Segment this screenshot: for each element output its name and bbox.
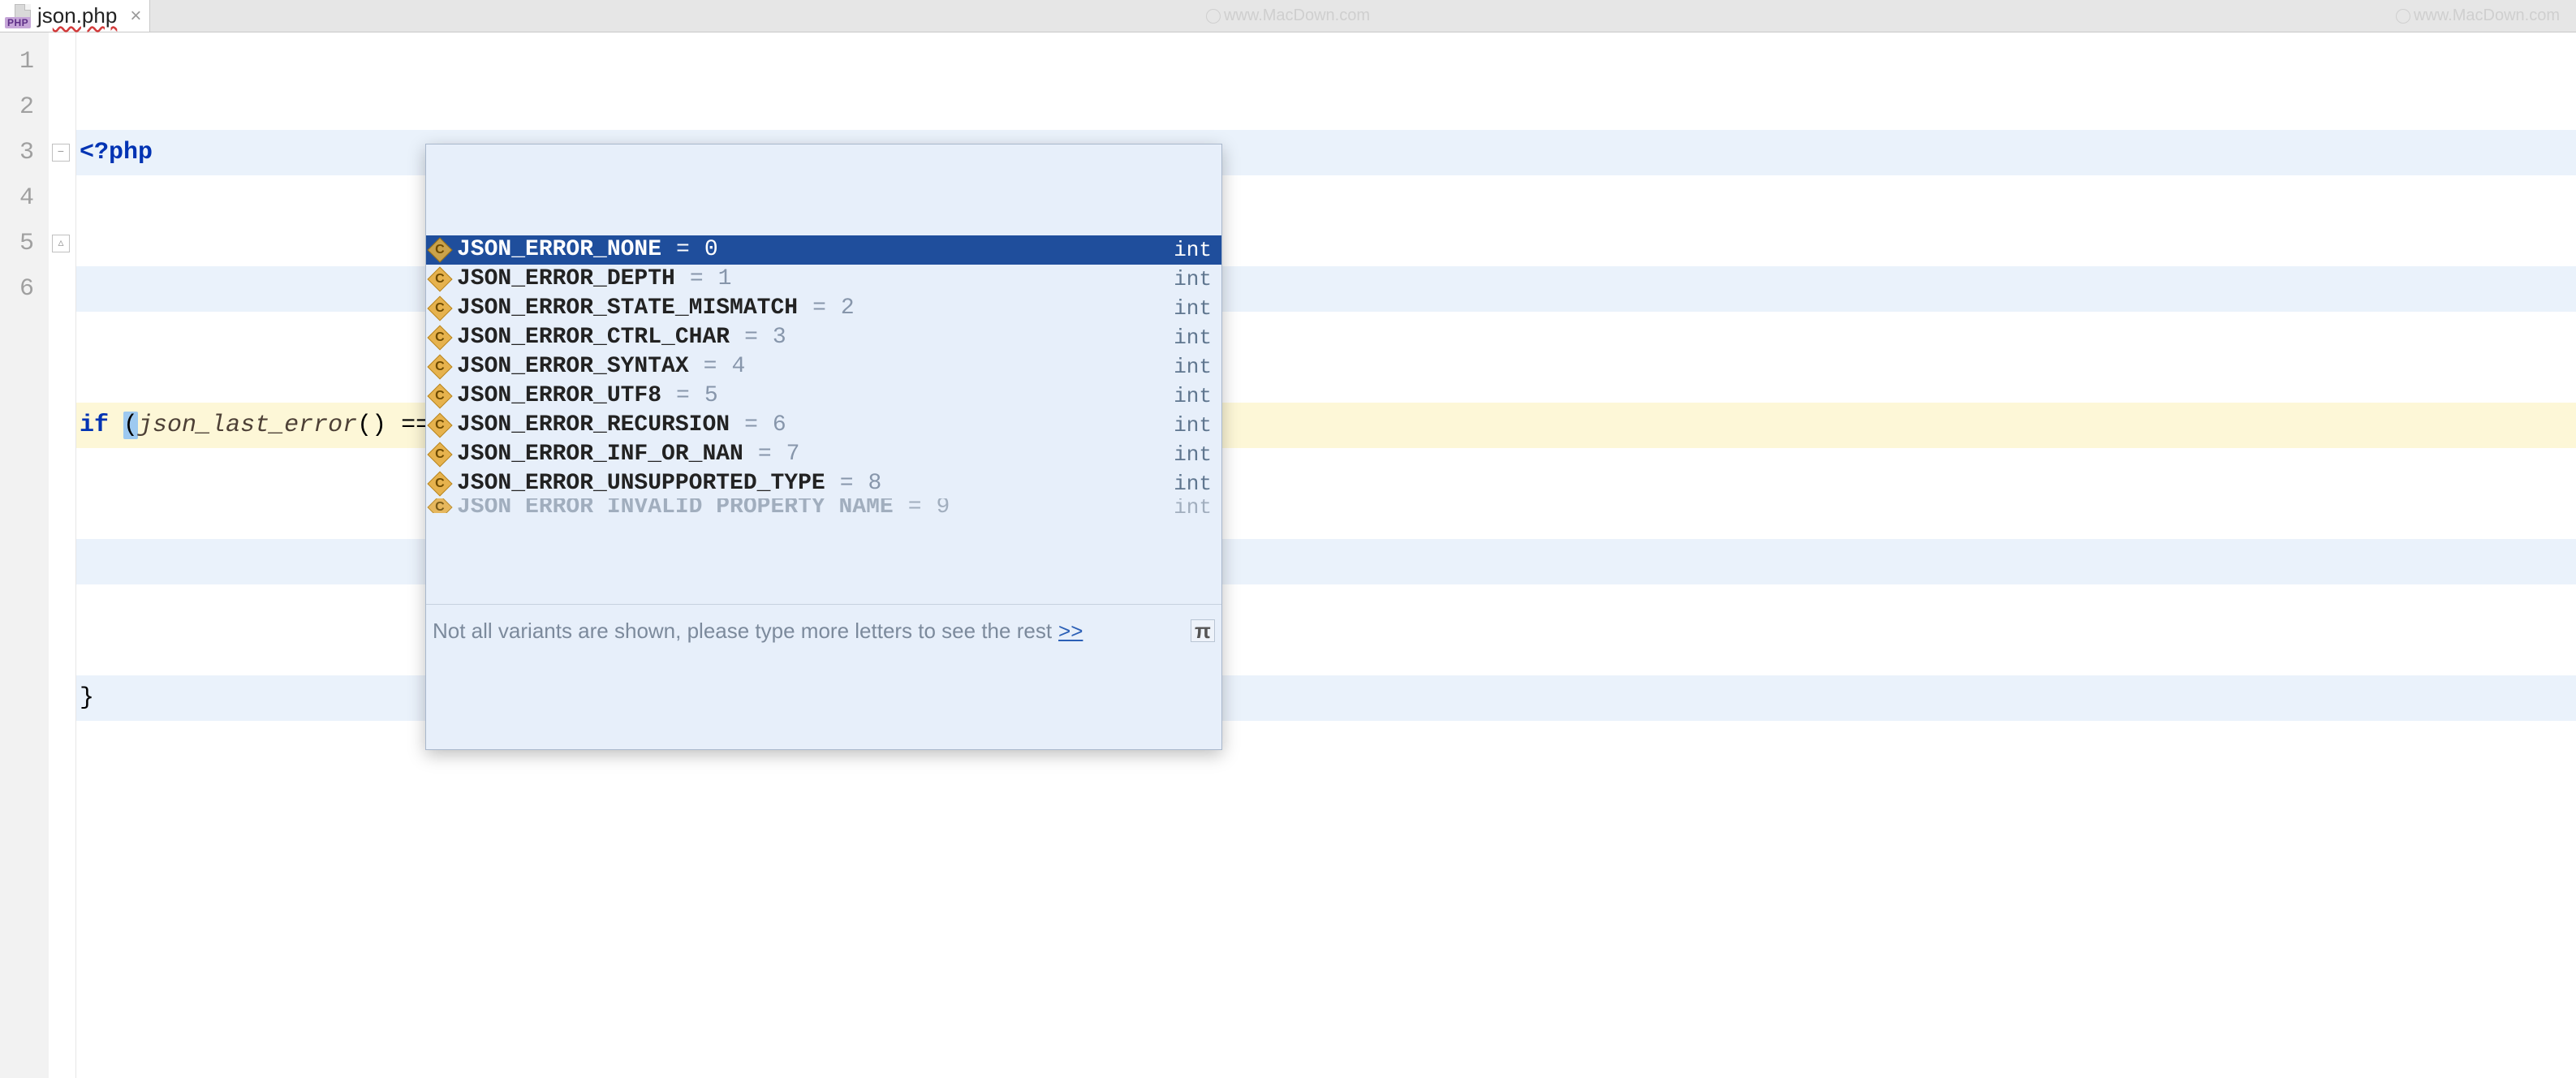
line-number: 4 xyxy=(0,175,34,221)
constant-icon: C xyxy=(427,471,452,496)
tab-filename: json.php xyxy=(37,3,117,28)
code-area[interactable]: <?php if (json_last_error() === ) { } CJ… xyxy=(76,32,2576,1078)
tab-json-php[interactable]: PHP json.php × xyxy=(0,0,150,32)
line-number: 5 xyxy=(0,221,34,266)
completion-item-value: 4 xyxy=(731,344,745,390)
globe-icon xyxy=(1206,9,1221,24)
editor-tabbar: PHP json.php × www.MacDown.com www.MacDo… xyxy=(0,0,2576,32)
completion-show-more-link[interactable]: >> xyxy=(1058,608,1083,653)
watermark: www.MacDown.com xyxy=(2396,6,2560,25)
completion-popup: CJSON_ERROR_NONE=0intCJSON_ERROR_DEPTH=1… xyxy=(425,144,1222,750)
completion-item[interactable]: C JSON_ERROR_INVALID_PROPERTY_NAME = 9 int xyxy=(426,498,1221,513)
completion-item-type: int xyxy=(1174,498,1212,513)
code-editor[interactable]: 1 2 3 4 5 6 − ▵ <?php if (json_last_erro… xyxy=(0,32,2576,1078)
completion-item-equals: = xyxy=(902,498,928,513)
completion-item-value: 2 xyxy=(841,286,855,331)
fold-toggle-icon[interactable]: − xyxy=(52,144,70,162)
code-line[interactable] xyxy=(76,812,2576,857)
php-file-icon: PHP xyxy=(5,4,32,28)
line-number: 1 xyxy=(0,39,34,84)
line-number: 2 xyxy=(0,84,34,130)
completion-item[interactable]: CJSON_ERROR_UNSUPPORTED_TYPE=8int xyxy=(426,469,1221,498)
globe-icon xyxy=(2396,9,2410,24)
completion-footer: Not all variants are shown, please type … xyxy=(426,604,1221,658)
completion-item-value: 3 xyxy=(773,315,786,360)
line-number-gutter: 1 2 3 4 5 6 xyxy=(0,32,49,1078)
completion-footer-text: Not all variants are shown, please type … xyxy=(433,608,1052,653)
fold-gutter: − ▵ xyxy=(49,32,76,1078)
completion-item-value: 9 xyxy=(937,498,950,513)
fold-toggle-icon[interactable]: ▵ xyxy=(52,235,70,252)
completion-item-equals: = xyxy=(806,286,833,331)
watermark: www.MacDown.com xyxy=(1206,6,1370,25)
pi-icon[interactable]: π xyxy=(1191,619,1215,642)
completion-item-name: JSON_ERROR_INVALID_PROPERTY_NAME xyxy=(457,498,894,513)
line-number: 6 xyxy=(0,266,34,312)
constant-icon: C xyxy=(427,498,452,513)
close-icon[interactable]: × xyxy=(130,5,141,28)
line-number: 3 xyxy=(0,130,34,175)
completion-list[interactable]: CJSON_ERROR_NONE=0intCJSON_ERROR_DEPTH=1… xyxy=(426,235,1221,513)
